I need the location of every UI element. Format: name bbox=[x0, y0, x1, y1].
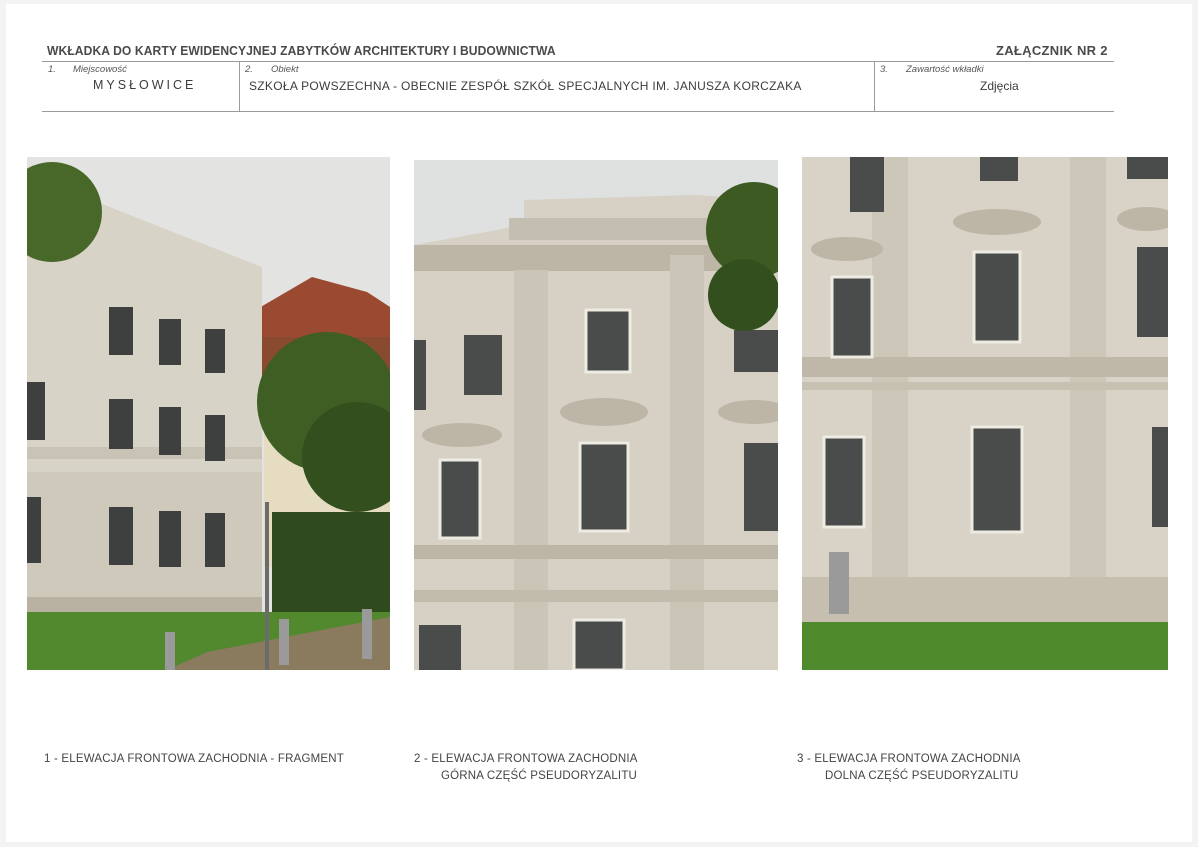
annex-number: ZAŁĄCZNIK NR 2 bbox=[996, 43, 1108, 58]
caption-2-line-2: GÓRNA CZĘŚĆ PSEUDORYZALITU bbox=[441, 770, 638, 782]
field-divider-1 bbox=[239, 61, 240, 111]
field-2-number: 2. bbox=[245, 64, 253, 75]
caption-1: 1 - ELEWACJA FRONTOWA ZACHODNIA - FRAGME… bbox=[44, 751, 344, 768]
caption-2: 2 - ELEWACJA FRONTOWA ZACHODNIA GÓRNA CZ… bbox=[414, 751, 638, 785]
field-3-number: 3. bbox=[880, 64, 888, 75]
caption-3-line-2: DOLNA CZĘŚĆ PSEUDORYZALITU bbox=[825, 770, 1019, 782]
field-1-number: 1. bbox=[48, 64, 56, 75]
field-2-value: SZKOŁA POWSZECHNA - OBECNIE ZESPÓŁ SZKÓŁ… bbox=[249, 79, 802, 93]
field-2-label: Obiekt bbox=[271, 64, 299, 75]
caption-1-line-1: 1 - ELEWACJA FRONTOWA ZACHODNIA - FRAGME… bbox=[44, 753, 344, 765]
field-3-value: Zdjęcia bbox=[980, 79, 1019, 93]
caption-3-line-1: 3 - ELEWACJA FRONTOWA ZACHODNIA bbox=[797, 753, 1021, 765]
field-divider-2 bbox=[874, 61, 875, 111]
field-3-label: Zawartość wkładki bbox=[906, 64, 984, 75]
photo-1-facade-fragment bbox=[27, 157, 390, 670]
header-top-rule bbox=[42, 61, 1114, 62]
photo-2-upper-pseudo-risalit bbox=[414, 160, 778, 670]
document-title: WKŁADKA DO KARTY EWIDENCYJNEJ ZABYTKÓW A… bbox=[47, 43, 556, 58]
header-bottom-rule bbox=[42, 111, 1114, 112]
field-1-label: Miejscowość bbox=[73, 64, 127, 75]
caption-2-line-1: 2 - ELEWACJA FRONTOWA ZACHODNIA bbox=[414, 753, 638, 765]
photo-3-lower-pseudo-risalit bbox=[802, 157, 1168, 670]
field-1-value: MYSŁOWICE bbox=[93, 78, 197, 92]
caption-3: 3 - ELEWACJA FRONTOWA ZACHODNIA DOLNA CZ… bbox=[797, 751, 1021, 785]
